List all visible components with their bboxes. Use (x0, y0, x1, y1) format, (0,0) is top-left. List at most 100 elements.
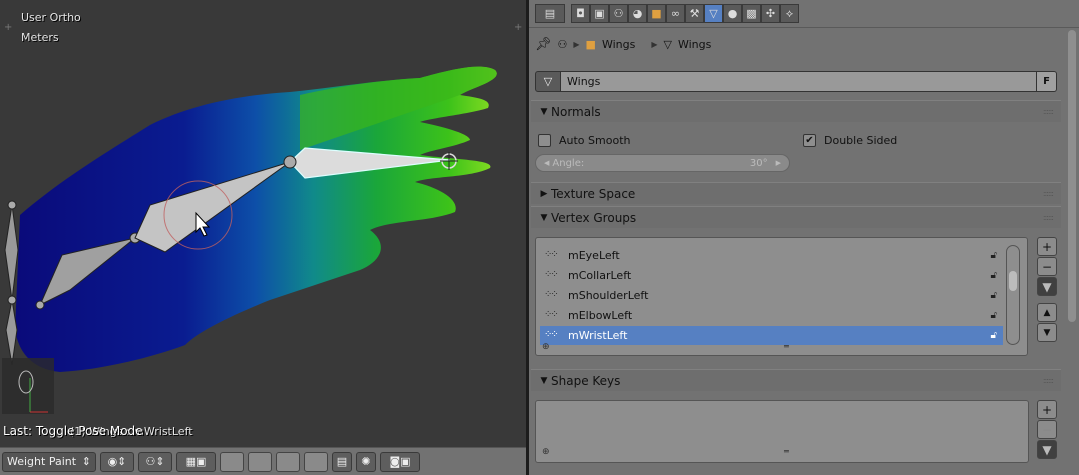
move-up-button[interactable]: ▲ (1037, 303, 1057, 322)
panel-texture-space-header[interactable]: ▶ Texture Space :::::: (531, 182, 1061, 204)
panel-title: Normals (551, 104, 601, 119)
group-icon: ⁘⁘ (544, 249, 559, 260)
drag-grip-icon[interactable]: :::::: (1043, 189, 1054, 198)
chevron-right-icon: ▶ (651, 39, 658, 49)
fake-user-button[interactable]: F (1037, 71, 1057, 92)
move-down-button[interactable]: ▼ (1037, 323, 1057, 342)
tab-texture[interactable]: ▩ (742, 4, 761, 23)
list-filter-plus-icon[interactable]: ⊕ (542, 447, 550, 457)
pin-icon[interactable]: 📌︎ (535, 37, 552, 52)
list-resize-grip-icon[interactable]: ═ (784, 447, 789, 456)
checkbox-box (538, 134, 551, 147)
vertex-group-list[interactable]: ⁘⁘ mEyeLeft 🔓︎ ⁘⁘ mCollarLeft 🔓︎ ⁘⁘ mShoulder… (535, 237, 1028, 356)
panel-vertex-groups-header[interactable]: ▼ Vertex Groups :::::: (531, 206, 1061, 228)
tab-physics[interactable]: ⟡ (780, 4, 799, 23)
layer-button[interactable] (220, 451, 244, 472)
tab-constraints[interactable]: ∞ (666, 4, 685, 23)
corner-plus-icon[interactable]: + (514, 22, 522, 33)
vertex-group-name: mShoulderLeft (568, 289, 649, 302)
layer-button[interactable] (276, 451, 300, 472)
wrench-icon: ⚒ (689, 7, 700, 20)
breadcrumb-mesh: Wings (677, 37, 712, 51)
vertex-group-item[interactable]: ⁘⁘ mEyeLeft 🔓︎ (540, 246, 1003, 265)
pivot-select[interactable]: ⚇⇕ (138, 451, 172, 472)
lock-icon[interactable]: 🔓︎ (991, 330, 997, 341)
auto-smooth-checkbox[interactable]: Auto Smooth (538, 134, 630, 147)
arrow-up-icon: ▲ (1043, 307, 1051, 318)
remove-shape-key-button[interactable]: − (1037, 420, 1057, 439)
tab-modifiers[interactable]: ⚒ (685, 4, 704, 23)
vertex-group-item[interactable]: ⁘⁘ mCollarLeft 🔓︎ (540, 266, 1003, 285)
link-icon: ∞ (670, 7, 681, 20)
drag-grip-icon[interactable]: :::::: (1043, 107, 1054, 116)
lock-layers-toggle[interactable]: ▤ (332, 451, 352, 472)
drag-grip-icon[interactable]: :::::: (1043, 213, 1054, 222)
triangle-down-icon: ▼ (1042, 279, 1052, 294)
add-shape-key-button[interactable]: + (1037, 400, 1057, 419)
pivot-icon: ⚇⇕ (145, 455, 165, 468)
cube-icon: ■ (651, 7, 662, 20)
cube-icon: ■ (585, 37, 596, 51)
tab-scene[interactable]: ⚇ (609, 4, 628, 23)
tab-particles[interactable]: ✣ (761, 4, 780, 23)
viewport-header: Weight Paint ⇕ ◉⇕ ⚇⇕ ▦▣ ▤ ✺ ◙▣ (0, 447, 526, 475)
list-resize-grip-icon[interactable]: ═ (784, 342, 789, 351)
blender-window: User Ortho Meters + + (1) Wings : mWrist… (0, 0, 1079, 475)
lock-icon[interactable]: 🔓︎ (991, 310, 997, 321)
panel-title: Vertex Groups (551, 210, 637, 225)
add-vertex-group-button[interactable]: + (1037, 237, 1057, 256)
panel-title: Shape Keys (551, 373, 621, 388)
datablock-browse-button[interactable]: ▽ (535, 71, 561, 92)
shape-key-list[interactable]: ⊕ ═ (535, 400, 1029, 463)
tab-mesh-data[interactable]: ▽ (704, 4, 723, 23)
vertex-group-specials-button[interactable]: ▼ (1037, 277, 1057, 296)
datablock-name-field[interactable]: Wings (561, 71, 1037, 92)
properties-header: ▤ ◘ ▣ ⚇ ◕ ■ ∞ ⚒ ▽ ● ▩ ✣ ⟡ (529, 0, 1079, 28)
mesh-data-icon: ▽ (709, 7, 718, 20)
particles-icon: ✣ (765, 7, 776, 20)
list-filter-plus-icon[interactable]: ⊕ (542, 342, 550, 352)
vertex-group-item-selected[interactable]: ⁘⁘ mWristLeft 🔓︎ (540, 326, 1003, 345)
scrollbar-thumb[interactable] (1009, 271, 1017, 291)
angle-label: Angle: (552, 157, 585, 169)
tab-material[interactable]: ● (723, 4, 742, 23)
mesh-data-icon: ▽ (543, 75, 553, 88)
triangle-down-icon: ▼ (540, 106, 548, 117)
group-icon: ⁘⁘ (544, 309, 559, 320)
snap-toggle[interactable]: ✺ (356, 451, 376, 472)
mask-toggle[interactable]: ▦▣ (176, 451, 216, 472)
vertex-group-item[interactable]: ⁘⁘ mElbowLeft 🔓︎ (540, 306, 1003, 325)
panel-normals-header[interactable]: ▼ Normals :::::: (531, 100, 1061, 122)
editor-type-button[interactable]: ▤ (535, 4, 565, 23)
vertex-group-item[interactable]: ⁘⁘ mShoulderLeft 🔓︎ (540, 286, 1003, 305)
checkbox-label: Double Sided (824, 134, 898, 147)
tab-render[interactable]: ◘ (571, 4, 590, 23)
double-sided-checkbox[interactable]: ✔ Double Sided (803, 134, 897, 147)
vertex-group-name: mCollarLeft (568, 269, 632, 282)
lock-icon[interactable]: 🔓︎ (991, 290, 997, 301)
shading-select[interactable]: ◉⇕ (100, 451, 134, 472)
layer-button[interactable] (248, 451, 272, 472)
angle-field[interactable]: ◀ Angle: 30° ▶ (535, 154, 790, 172)
snap-icon: ✺ (361, 455, 371, 468)
tab-render-layers[interactable]: ▣ (590, 4, 609, 23)
3d-viewport[interactable]: User Ortho Meters + + (1) Wings : mWrist… (0, 0, 526, 447)
corner-plus-icon[interactable]: + (4, 22, 12, 33)
tab-world[interactable]: ◕ (628, 4, 647, 23)
lock-icon: ▤ (336, 455, 348, 468)
lock-icon[interactable]: 🔓︎ (991, 250, 997, 261)
remove-vertex-group-button[interactable]: − (1037, 257, 1057, 276)
tab-object[interactable]: ■ (647, 4, 666, 23)
properties-scrollbar[interactable] (1068, 30, 1076, 322)
mode-select[interactable]: Weight Paint ⇕ (2, 451, 96, 472)
render-buttons[interactable]: ◙▣ (380, 451, 420, 472)
shape-key-specials-button[interactable]: ▼ (1037, 440, 1057, 459)
lock-icon[interactable]: 🔓︎ (991, 270, 997, 281)
arrow-right-icon: ▶ (775, 159, 781, 167)
drag-grip-icon[interactable]: :::::: (1043, 376, 1054, 385)
texture-icon: ▩ (746, 7, 757, 20)
layer-button[interactable] (304, 451, 328, 472)
vertex-group-scrollbar[interactable] (1006, 245, 1020, 345)
panel-shape-keys-header[interactable]: ▼ Shape Keys :::::: (531, 369, 1061, 391)
triangle-down-icon: ▼ (540, 212, 548, 223)
